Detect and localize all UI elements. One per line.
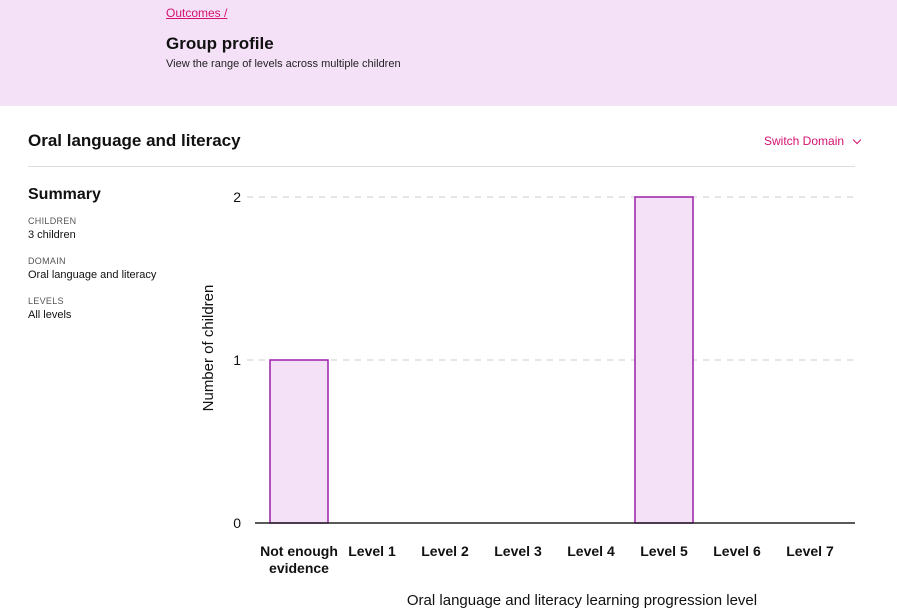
x-category-label-7: Level 7	[786, 543, 834, 559]
y-tick-label-0: 0	[233, 515, 241, 531]
y-tick-label-2: 2	[233, 189, 241, 205]
y-axis-title: Number of children	[200, 285, 217, 412]
group-profile-bar-chart: 0 1 2 Not enough evidence Level 1 Level 2 Level…	[200, 189, 855, 609]
bar-0	[269, 359, 329, 524]
x-category-label-6: Level 6	[713, 543, 761, 559]
x-category-label-0: Not enough evidence	[260, 543, 338, 576]
y-tick-label-1: 1	[233, 352, 241, 368]
x-category-label-4: Level 4	[567, 543, 615, 559]
x-category-label-1: Level 1	[348, 543, 396, 559]
bar-5	[634, 196, 694, 524]
x-category-label-5: Level 5	[640, 543, 688, 559]
x-category-label-2: Level 2	[421, 543, 469, 559]
x-axis-title: Oral language and literacy learning prog…	[407, 592, 757, 609]
x-category-label-3: Level 3	[494, 543, 542, 559]
